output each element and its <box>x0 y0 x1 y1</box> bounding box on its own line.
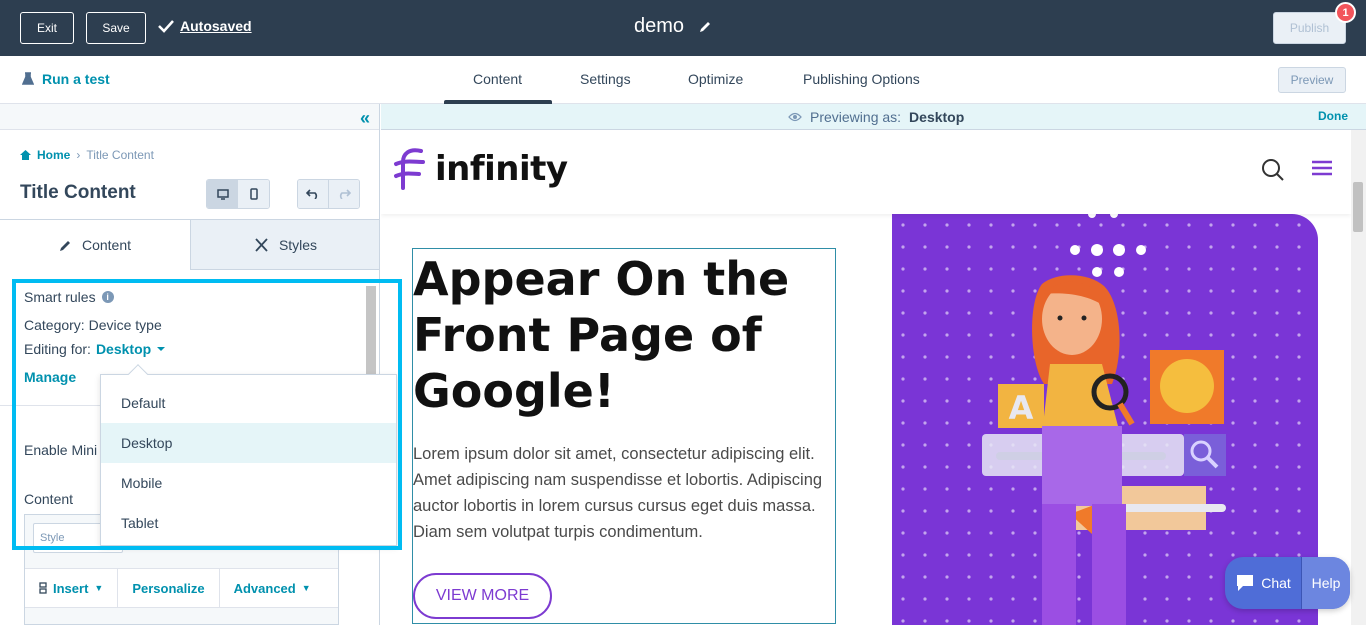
editing-for-select[interactable]: Desktop <box>96 341 151 357</box>
autosaved-status[interactable]: Autosaved <box>158 18 252 34</box>
mobile-view-button[interactable] <box>238 180 269 208</box>
caret-down-icon: ▼ <box>301 583 311 593</box>
sidebar-collapse-row: « <box>0 104 379 130</box>
dropdown-option-mobile[interactable]: Mobile <box>101 463 396 503</box>
breadcrumb-separator-icon: › <box>76 148 81 162</box>
page-title: demo <box>634 15 712 38</box>
exit-button[interactable]: Exit <box>20 12 74 44</box>
mobile-icon <box>249 188 258 200</box>
infinity-logo-icon <box>394 148 425 190</box>
styles-icon <box>255 237 268 252</box>
top-bar: Exit Save Autosaved demo Publish 1 <box>0 0 1366 56</box>
help-button[interactable]: Help <box>1301 557 1350 609</box>
hamburger-menu-icon[interactable] <box>1311 160 1333 176</box>
site-logo[interactable]: infinity <box>393 148 568 190</box>
content-field-label: Content <box>24 491 74 507</box>
breadcrumb: Home › Title Content <box>20 148 154 162</box>
sidebar-scrollbar[interactable] <box>366 286 376 376</box>
notification-badge: 1 <box>1335 2 1356 23</box>
hero-title: Appear On the Front Page of Google! <box>413 252 790 418</box>
panel-tab-content-label: Content <box>81 237 132 253</box>
caret-down-icon: ▼ <box>94 583 104 593</box>
double-chevron-left-icon[interactable]: « <box>360 108 370 129</box>
hero-text-module[interactable]: Appear On the Front Page of Google! Lore… <box>412 248 836 624</box>
undo-redo-group <box>297 179 360 209</box>
insert-label: Insert <box>53 580 89 596</box>
pencil-icon <box>59 240 70 251</box>
svg-text:A: A <box>1009 389 1034 427</box>
insert-menu[interactable]: Insert ▼ <box>25 568 119 608</box>
breadcrumb-current: Title Content <box>86 148 154 162</box>
enable-toggle-label: Enable Mini <box>24 442 98 458</box>
caret-down-icon[interactable] <box>156 346 166 352</box>
previewing-as: Previewing as: Desktop <box>788 109 964 125</box>
eye-icon <box>788 112 802 122</box>
run-test-label: Run a test <box>42 71 110 87</box>
desktop-view-button[interactable] <box>207 180 238 208</box>
preview-button[interactable]: Preview <box>1278 67 1346 93</box>
preview-bar: Previewing as: Desktop Done <box>381 104 1366 130</box>
editing-for-label: Editing for: <box>24 341 91 357</box>
previewing-label: Previewing as: <box>810 109 902 125</box>
pencil-icon[interactable] <box>698 20 712 34</box>
undo-icon <box>306 189 318 199</box>
view-more-button[interactable]: VIEW MORE <box>413 573 552 619</box>
smart-rules-category: Category: Device type <box>24 317 162 333</box>
tab-content[interactable]: Content <box>473 71 522 87</box>
desktop-icon <box>216 188 229 200</box>
info-icon[interactable]: i <box>101 291 114 303</box>
personalize-menu[interactable]: Personalize <box>118 568 220 608</box>
breadcrumb-home[interactable]: Home <box>37 148 70 162</box>
personalize-label: Personalize <box>132 580 205 596</box>
home-icon <box>20 150 31 160</box>
panel-tab-styles-label: Styles <box>278 236 318 253</box>
editing-for-row: Editing for: Desktop <box>24 341 166 357</box>
chat-bubble-icon <box>1237 575 1254 591</box>
flask-icon <box>22 72 34 85</box>
advanced-menu[interactable]: Advanced ▼ <box>220 568 325 608</box>
redo-icon <box>340 189 352 199</box>
dropdown-option-desktop[interactable]: Desktop <box>101 423 396 463</box>
autosaved-label: Autosaved <box>180 18 252 34</box>
advanced-label: Advanced <box>233 580 296 596</box>
preview-scrollbar-thumb[interactable] <box>1353 182 1363 232</box>
panel-tabs: Content Styles <box>0 219 379 270</box>
manage-link[interactable]: Manage <box>24 369 76 385</box>
run-test-link[interactable]: Run a test <box>22 71 110 87</box>
dropdown-option-tablet[interactable]: Tablet <box>101 503 396 543</box>
editor-toolbar: Insert ▼ Personalize Advanced ▼ <box>25 568 338 608</box>
panel-tab-styles[interactable]: Styles <box>190 220 379 270</box>
page-title-text: demo <box>634 15 685 37</box>
smart-rules-heading: Smart rules i <box>24 289 114 305</box>
previewing-value: Desktop <box>909 109 965 125</box>
left-sidebar: « Home › Title Content Title Content Con… <box>0 104 380 625</box>
chat-button[interactable]: Chat <box>1225 557 1301 609</box>
tab-optimize[interactable]: Optimize <box>688 71 743 87</box>
dropdown-option-default[interactable]: Default <box>101 383 396 423</box>
search-icon[interactable] <box>1261 158 1285 182</box>
panel-tab-content[interactable]: Content <box>0 220 190 270</box>
tab-settings[interactable]: Settings <box>580 71 631 87</box>
chat-widget: Chat Help <box>1225 557 1350 609</box>
done-button[interactable]: Done <box>1318 109 1348 123</box>
tab-publishing-options[interactable]: Publishing Options <box>803 71 920 87</box>
panel-title: Title Content <box>20 182 136 203</box>
site-logo-text: infinity <box>435 149 568 189</box>
editor-nav-bar: Run a test Content Settings Optimize Pub… <box>0 56 1366 104</box>
site-header: infinity <box>381 130 1351 214</box>
device-type-dropdown: Default Desktop Mobile Tablet <box>100 364 397 546</box>
undo-button[interactable] <box>298 180 329 208</box>
chat-label: Chat <box>1261 575 1291 591</box>
page-preview: infinity Appear On the Front Page of Goo… <box>381 130 1351 625</box>
redo-button[interactable] <box>328 180 359 208</box>
checkmark-icon <box>158 20 174 33</box>
hero-body: Lorem ipsum dolor sit amet, consectetur … <box>413 445 823 541</box>
save-button[interactable]: Save <box>86 12 146 44</box>
smart-rules-label: Smart rules <box>24 289 96 305</box>
device-toggle <box>206 179 270 209</box>
insert-icon <box>39 582 47 594</box>
